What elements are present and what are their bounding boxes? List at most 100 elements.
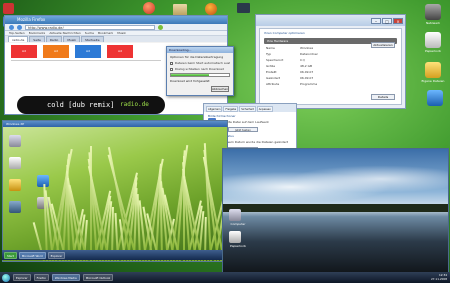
download-status: Download wird fortgesetzt (170, 79, 210, 83)
go-icon[interactable] (158, 24, 163, 30)
main-taskbar: Explorer Firefox Windows Media Microsoft… (0, 272, 450, 283)
drive-icon[interactable] (427, 90, 443, 106)
tab-customize[interactable]: Anpassen (256, 106, 273, 112)
checkbox-icon[interactable] (170, 61, 173, 65)
ad-banner[interactable]: Ad (107, 45, 133, 58)
network-icon[interactable] (9, 201, 21, 213)
computer-icon[interactable] (229, 209, 241, 221)
media-player-icon[interactable] (143, 2, 155, 14)
right-screenshot-panel: Computer Papierkorb (222, 148, 449, 273)
taskbar-item[interactable]: Windows Media (51, 274, 80, 281)
checkbox-icon[interactable] (170, 67, 173, 71)
taskbar-item[interactable]: Explorer (47, 251, 66, 259)
property-value: 48,2 GB (300, 64, 313, 68)
bookmark-item[interactable]: Aktuelle Nachrichten (49, 31, 80, 35)
tab-strip: radio.de Seite Radio Musik Startseite (5, 36, 227, 42)
property-key: Attribute (266, 82, 280, 86)
properties-titlebar: – □ × (256, 15, 405, 26)
download-message: Optionen für die Datenübertragung (170, 55, 224, 59)
property-key: Erstellt (266, 70, 277, 74)
download-progress-bar (170, 73, 230, 77)
test-button[interactable]: Jetzt testen (228, 127, 258, 132)
properties-body: Ihren Computer optimieren Ihre Hardware … (259, 28, 402, 105)
start-button[interactable]: Start (4, 251, 17, 259)
property-value: 06.09.07 (300, 76, 314, 80)
property-key: Typ (266, 52, 272, 56)
sky-clouds (223, 163, 448, 203)
bookmark-item[interactable]: Musik (117, 31, 126, 35)
properties-list: Name Windows Typ Dateiordner Speicherort C:\\… (260, 45, 401, 87)
tab-item[interactable]: Musik (63, 36, 80, 42)
left-panel-title: Windows XP (3, 121, 227, 127)
tab-radio[interactable]: radio.de (8, 36, 29, 42)
address-bar[interactable]: http://www.radio.de/ (25, 24, 155, 30)
tab-general[interactable]: Allgemein (206, 106, 223, 112)
ad-banner[interactable]: Ad (75, 45, 101, 58)
tab-sharing[interactable]: Freigabe (223, 106, 239, 112)
recycle-bin-label: Papierkorb (230, 244, 246, 248)
bookmark-item[interactable]: Top-Seiten (9, 31, 25, 35)
details-button[interactable]: Details (371, 94, 395, 100)
inner-taskbar: Start Microsoft Word Explorer (2, 250, 222, 260)
section-title: Bildschirmschoner (208, 114, 236, 118)
minimize-button[interactable]: – (371, 17, 381, 24)
option-label: Dialog schließen nach Download (175, 67, 224, 71)
browser-title: Mozilla Firefox (5, 16, 227, 24)
property-key: Name (266, 46, 275, 50)
option-checkbox[interactable]: Dialog schließen nach Download (170, 67, 230, 71)
firefox-icon[interactable] (205, 3, 217, 15)
computer-label: Computer (230, 222, 246, 226)
option-checkbox[interactable]: Dateien beim Start automatisch ausführen (170, 61, 230, 65)
start-orb-icon[interactable] (2, 273, 10, 282)
folder-icon[interactable] (9, 179, 21, 191)
property-key: Geändert (266, 76, 281, 80)
forward-icon[interactable] (17, 24, 22, 30)
back-icon[interactable] (9, 24, 14, 30)
left-screenshot-panel: Windows XP (2, 120, 228, 262)
download-caption: Downloading... (167, 47, 233, 53)
taskbar-item[interactable]: Explorer (13, 274, 31, 281)
network-icon[interactable] (425, 4, 441, 20)
property-value: C:\\ (300, 58, 306, 62)
treeline (223, 204, 448, 212)
maximize-button[interactable]: □ (382, 17, 392, 24)
settings-tabs: Allgemein Freigabe Sicherheit Anpassen (204, 104, 296, 112)
recycle-bin-icon[interactable] (229, 231, 241, 243)
clock-date: 27.11.2008 (430, 276, 447, 281)
documents-folder-icon[interactable] (425, 62, 441, 78)
taskbar-item[interactable]: Microsoft Outlook (82, 274, 114, 281)
clock[interactable]: 12:34 27.11.2008 (430, 273, 447, 281)
tab-item[interactable]: Radio (45, 36, 63, 42)
divider (11, 60, 161, 61)
recycle-bin-icon[interactable] (9, 157, 21, 169)
property-key: Größe (266, 64, 276, 68)
property-value: Dateiordner (300, 52, 318, 56)
recycle-bin-label: Papierkorb (425, 49, 441, 53)
monitor-icon[interactable] (237, 3, 250, 13)
bookmark-item[interactable]: Bookmarks (29, 31, 46, 35)
taskbar-item[interactable]: Microsoft Word (18, 251, 46, 259)
tab-item[interactable]: Seite (29, 36, 45, 42)
cancel-button[interactable]: Abbrechen (211, 86, 229, 92)
tab-item[interactable]: Startseite (80, 36, 104, 42)
app-shortcut-icon[interactable] (3, 3, 14, 14)
bookmark-item[interactable]: Bookmark (98, 31, 113, 35)
ad-banner[interactable]: Ad (11, 45, 37, 58)
radio-banner[interactable]: cold [dub remix] radio.de (17, 96, 165, 114)
ad-banner[interactable]: Ad (43, 45, 69, 58)
network-label: Netzwerk (425, 21, 441, 25)
taskbar-item[interactable]: Firefox (33, 274, 49, 281)
property-value: Programme (300, 82, 318, 86)
refresh-button[interactable]: Aktualisieren (371, 42, 395, 48)
computer-icon[interactable] (9, 135, 21, 147)
properties-header: Ihren Computer optimieren (264, 31, 305, 35)
bookmark-item[interactable]: Suche (85, 31, 94, 35)
recycle-bin-icon[interactable] (425, 32, 441, 48)
properties-window: – □ × Ihren Computer optimieren Ihre Har… (255, 14, 406, 109)
section-text: Ab diesem Datum wurde die Dateien geände… (218, 140, 289, 144)
property-value: 06.09.07 (300, 70, 314, 74)
documents-label: Eigene Dateien (421, 79, 445, 83)
close-button[interactable]: × (393, 17, 403, 24)
progress-fill (171, 74, 209, 76)
tab-security[interactable]: Sicherheit (239, 106, 256, 112)
